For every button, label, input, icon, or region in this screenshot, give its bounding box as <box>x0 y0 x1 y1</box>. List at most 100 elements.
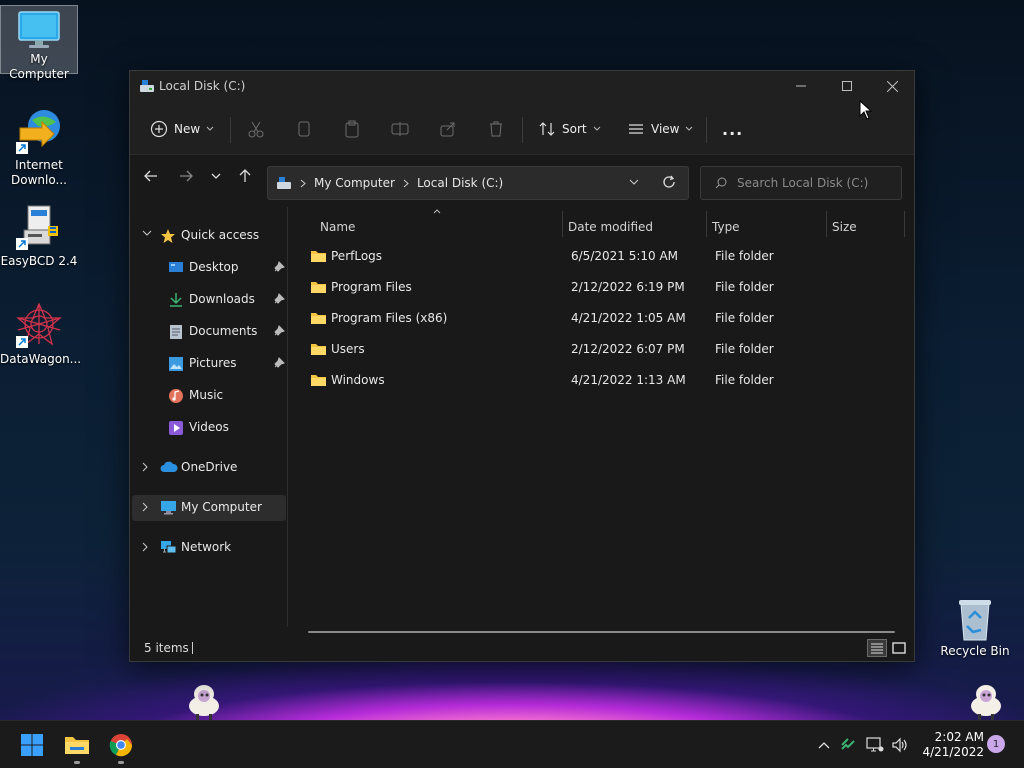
notification-badge[interactable]: 1 <box>987 735 1005 753</box>
tray-app-icon[interactable] <box>838 735 858 755</box>
plus-circle-icon <box>150 120 168 138</box>
start-button[interactable] <box>16 729 48 761</box>
sidebar-item-documents[interactable]: Documents <box>132 319 286 345</box>
sidebar-item-label: Pictures <box>189 356 237 370</box>
paste-icon[interactable] <box>342 119 362 139</box>
globe-download-icon <box>16 110 60 154</box>
breadcrumb-local-disk[interactable]: Local Disk (C:) <box>417 176 503 190</box>
chevron-down-icon <box>686 126 693 131</box>
arrow-up-icon <box>239 169 251 182</box>
refresh-icon[interactable] <box>662 175 676 189</box>
file-name: Program Files <box>331 280 412 294</box>
table-row[interactable]: PerfLogs 6/5/2021 5:10 AM File folder <box>307 241 907 271</box>
pin-icon[interactable] <box>273 293 285 305</box>
column-divider[interactable] <box>706 211 707 237</box>
file-date: 2/12/2022 6:07 PM <box>571 342 685 356</box>
desktop-icon-datawagon[interactable]: DataWagon... <box>0 302 82 367</box>
file-list: Name Date modified Type Size PerfLogs 6/… <box>290 207 914 627</box>
chevron-right-icon[interactable] <box>142 502 149 512</box>
navigation-pane: Quick access Desktop Downloads Documents <box>130 207 288 627</box>
recent-locations-button[interactable] <box>205 165 227 187</box>
sidebar-item-pictures[interactable]: Pictures <box>132 351 286 377</box>
close-button[interactable] <box>869 71 915 101</box>
rename-icon[interactable] <box>390 119 410 139</box>
up-button[interactable] <box>234 165 256 187</box>
more-options-button[interactable]: ... <box>722 117 743 141</box>
sidebar-item-desktop[interactable]: Desktop <box>132 255 286 281</box>
volume-button[interactable] <box>890 735 910 755</box>
column-header-size[interactable]: Size <box>832 215 902 239</box>
search-box[interactable] <box>700 166 902 200</box>
sidebar-item-quick-access[interactable]: Quick access <box>132 223 286 249</box>
sidebar-item-label: OneDrive <box>181 460 238 474</box>
horizontal-scrollbar[interactable] <box>308 631 895 633</box>
view-button[interactable]: View <box>627 117 693 141</box>
file-explorer-window: Local Disk (C:) New Sort View ... My Com… <box>129 70 915 662</box>
copy-icon[interactable] <box>294 119 314 139</box>
chevron-down-icon <box>211 173 221 179</box>
column-divider[interactable] <box>562 211 563 237</box>
pin-icon[interactable] <box>273 325 285 337</box>
sidebar-item-label: Music <box>189 388 224 402</box>
chrome-taskbar-button[interactable] <box>105 729 137 764</box>
back-button[interactable] <box>140 165 162 187</box>
show-hidden-icons-button[interactable] <box>814 735 834 755</box>
desktop-icon-internet-download[interactable]: Internet Downlo... <box>0 106 78 188</box>
system-clock[interactable]: 2:02 AM 4/21/2022 <box>916 730 984 760</box>
desktop-icon-label: DataWagon... <box>0 352 82 366</box>
network-icon <box>161 541 177 554</box>
share-icon[interactable] <box>438 119 458 139</box>
table-row[interactable]: Users 2/12/2022 6:07 PM File folder <box>307 334 907 364</box>
desktop-icon-my-computer[interactable]: My Computer <box>0 5 78 81</box>
minimize-button[interactable] <box>778 71 824 101</box>
delete-icon[interactable] <box>486 119 506 139</box>
column-header-date[interactable]: Date modified <box>568 215 706 239</box>
sidebar-item-videos[interactable]: Videos <box>132 415 286 441</box>
star-icon <box>161 229 175 243</box>
address-bar[interactable]: My Computer Local Disk (C:) <box>267 166 689 200</box>
cut-icon[interactable] <box>246 119 266 139</box>
desktop-icon-easybcd[interactable]: EasyBCD 2.4 <box>0 204 78 269</box>
chevron-down-icon[interactable] <box>629 179 639 186</box>
column-header-name[interactable]: Name <box>320 215 560 239</box>
sidebar-item-network[interactable]: Network <box>132 535 286 561</box>
pin-icon[interactable] <box>273 357 285 369</box>
new-button[interactable]: New <box>150 117 214 141</box>
mouse-cursor-icon <box>859 100 873 120</box>
sort-button[interactable]: Sort <box>538 117 601 141</box>
table-row[interactable]: Windows 4/21/2022 1:13 AM File folder <box>307 365 907 395</box>
folder-icon <box>311 251 326 262</box>
column-header-type[interactable]: Type <box>712 215 824 239</box>
desktop-icon-recycle-bin[interactable]: Recycle Bin <box>936 596 1014 659</box>
breadcrumb-my-computer[interactable]: My Computer <box>314 176 395 190</box>
chevron-right-icon[interactable] <box>142 542 149 552</box>
chevron-right-icon <box>403 179 409 187</box>
file-explorer-taskbar-button[interactable] <box>61 729 93 764</box>
navigation-bar: My Computer Local Disk (C:) <box>130 157 914 200</box>
details-view-button[interactable] <box>867 639 887 657</box>
table-row[interactable]: Program Files 2/12/2022 6:19 PM File fol… <box>307 272 907 302</box>
title-bar[interactable]: Local Disk (C:) <box>130 71 914 103</box>
sidebar-item-my-computer[interactable]: My Computer <box>132 495 286 521</box>
table-row[interactable]: Program Files (x86) 4/21/2022 1:05 AM Fi… <box>307 303 907 333</box>
sort-icon <box>539 122 555 136</box>
sidebar-item-music[interactable]: Music <box>132 383 286 409</box>
column-divider[interactable] <box>826 211 827 237</box>
forward-button[interactable] <box>175 165 197 187</box>
minimize-icon <box>796 85 806 87</box>
search-input[interactable] <box>737 176 897 190</box>
chrome-icon <box>109 734 133 757</box>
sidebar-item-onedrive[interactable]: OneDrive <box>132 455 286 481</box>
chevron-right-icon[interactable] <box>142 462 149 472</box>
chevron-down-icon[interactable] <box>142 230 152 237</box>
maximize-button[interactable] <box>824 71 870 101</box>
cloud-icon <box>160 461 178 472</box>
network-status-icon <box>866 737 884 752</box>
pin-icon[interactable] <box>273 261 285 273</box>
sidebar-item-downloads[interactable]: Downloads <box>132 287 286 313</box>
file-date: 6/5/2021 5:10 AM <box>571 249 679 263</box>
large-icons-view-button[interactable] <box>889 639 909 657</box>
chevron-up-icon <box>818 742 830 749</box>
column-divider[interactable] <box>904 211 905 237</box>
network-tray-button[interactable] <box>865 735 885 755</box>
